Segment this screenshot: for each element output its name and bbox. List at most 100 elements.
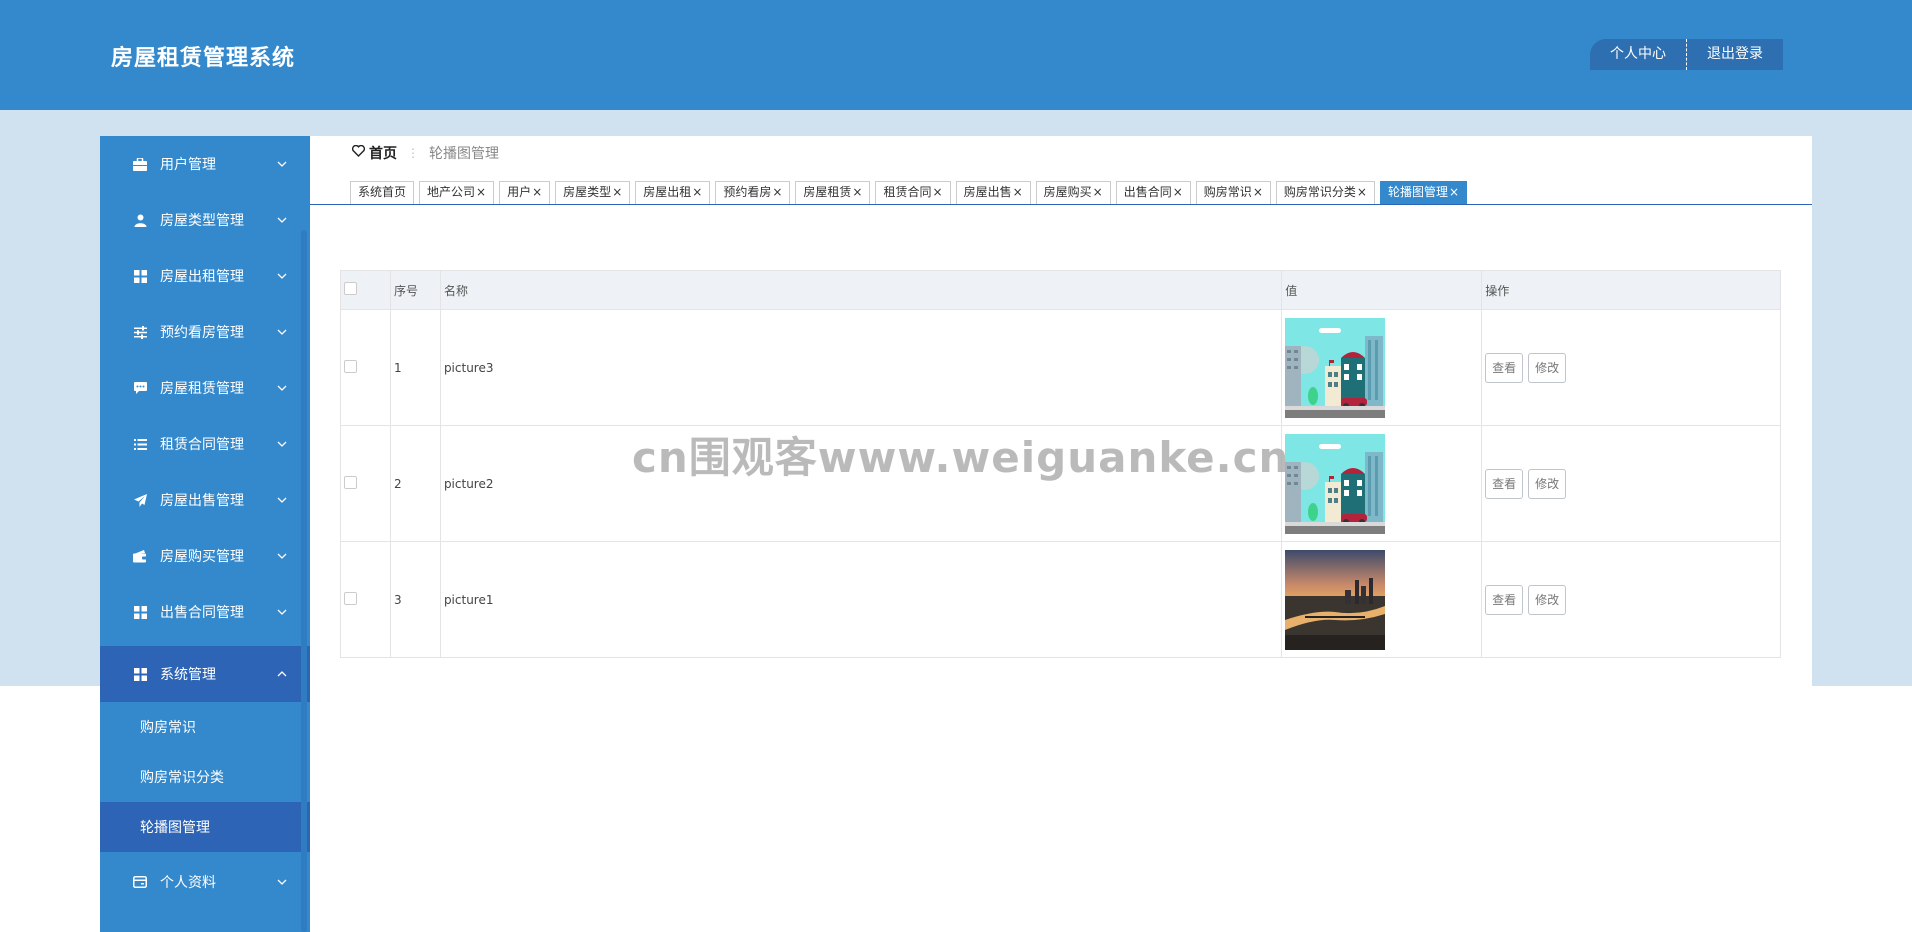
- tab-7[interactable]: 租赁合同×: [875, 181, 951, 204]
- close-icon[interactable]: ×: [1093, 185, 1103, 199]
- row-checkbox[interactable]: [344, 591, 357, 605]
- edit-button[interactable]: 修改: [1528, 584, 1567, 615]
- grid-icon: [132, 666, 148, 682]
- close-icon[interactable]: ×: [1013, 185, 1023, 199]
- sidebar-item-user-management[interactable]: 用户管理: [100, 136, 310, 192]
- city-illustration-thumbnail: [1285, 317, 1386, 418]
- view-button[interactable]: 查看: [1485, 584, 1524, 615]
- tab-9[interactable]: 房屋购买×: [1035, 181, 1111, 204]
- tab-4[interactable]: 房屋出租×: [635, 181, 711, 204]
- close-icon[interactable]: ×: [1173, 185, 1183, 199]
- sidebar-subitem-home-knowledge[interactable]: 购房常识: [100, 702, 310, 752]
- tab-8[interactable]: 房屋出售×: [955, 181, 1031, 204]
- view-button[interactable]: 查看: [1485, 468, 1524, 499]
- close-icon[interactable]: ×: [476, 185, 486, 199]
- sidebar-item-label: 房屋类型管理: [160, 213, 244, 229]
- sidebar-item-house-type[interactable]: 房屋类型管理: [100, 192, 310, 248]
- table-row: 1 picture3 查看 修改: [340, 309, 1781, 426]
- chevron-up-icon: [276, 668, 288, 680]
- column-header-name: 名称: [440, 270, 1283, 310]
- column-header-index: 序号: [390, 270, 441, 310]
- chevron-down-icon: [276, 438, 288, 450]
- tab-label: 轮播图管理: [1387, 185, 1448, 199]
- close-icon[interactable]: ×: [612, 185, 622, 199]
- tab-13[interactable]: 轮播图管理×: [1379, 181, 1468, 204]
- tab-11[interactable]: 购房常识×: [1195, 181, 1271, 204]
- tab-label: 购房常识: [1203, 185, 1252, 199]
- city-illustration-thumbnail: [1285, 433, 1386, 534]
- sidebar-item-house-purchase[interactable]: 房屋购买管理: [100, 528, 310, 584]
- sidebar-item-label: 个人资料: [160, 875, 216, 891]
- breadcrumb-current: 轮播图管理: [429, 146, 499, 162]
- row-checkbox[interactable]: [344, 475, 357, 489]
- close-icon[interactable]: ×: [692, 185, 702, 199]
- sidebar-item-house-sale[interactable]: 房屋出售管理: [100, 472, 310, 528]
- chevron-down-icon: [276, 494, 288, 506]
- edit-button[interactable]: 修改: [1528, 352, 1567, 383]
- edit-button[interactable]: 修改: [1528, 468, 1567, 499]
- tab-1[interactable]: 地产公司×: [419, 181, 495, 204]
- breadcrumb-home[interactable]: 首页: [369, 143, 397, 163]
- tab-12[interactable]: 购房常识分类×: [1275, 181, 1375, 204]
- tab-2[interactable]: 用户×: [499, 181, 551, 204]
- tab-label: 租赁合同: [883, 185, 932, 199]
- sidebar-item-label: 房屋租赁管理: [160, 381, 244, 397]
- close-icon[interactable]: ×: [852, 185, 862, 199]
- tab-0[interactable]: 系统首页: [350, 181, 415, 204]
- view-button[interactable]: 查看: [1485, 352, 1524, 383]
- sidebar-item-house-lease[interactable]: 房屋租赁管理: [100, 360, 310, 416]
- row-checkbox[interactable]: [344, 359, 357, 373]
- chevron-down-icon: [276, 158, 288, 170]
- close-icon[interactable]: ×: [532, 185, 542, 199]
- close-icon[interactable]: ×: [772, 185, 782, 199]
- sidebar-scrollbar[interactable]: [301, 230, 307, 932]
- tab-label: 房屋租赁: [803, 185, 852, 199]
- sidebar-item-profile[interactable]: 个人资料: [100, 854, 310, 910]
- card-icon: [132, 874, 148, 890]
- select-all-checkbox[interactable]: [344, 282, 357, 295]
- sidebar-item-label: 租赁合同管理: [160, 437, 244, 453]
- row-index: 3: [390, 541, 441, 658]
- tab-3[interactable]: 房屋类型×: [555, 181, 631, 204]
- tab-10[interactable]: 出售合同×: [1115, 181, 1191, 204]
- sidebar-item-viewing-appointment[interactable]: 预约看房管理: [100, 304, 310, 360]
- send-icon: [132, 492, 148, 508]
- sidebar-item-label: 预约看房管理: [160, 325, 244, 341]
- heart-icon: [351, 144, 366, 161]
- row-name: picture1: [440, 541, 1283, 658]
- column-header-actions: 操作: [1481, 270, 1781, 310]
- wallet-icon: [132, 548, 148, 564]
- logout-button[interactable]: 退出登录: [1686, 39, 1783, 70]
- sidebar-item-lease-contract[interactable]: 租赁合同管理: [100, 416, 310, 472]
- close-icon[interactable]: ×: [1253, 185, 1263, 199]
- list-icon: [132, 436, 148, 452]
- briefcase-icon: [132, 156, 148, 172]
- tab-label: 预约看房: [723, 185, 772, 199]
- sidebar-item-house-rent-out[interactable]: 房屋出租管理: [100, 248, 310, 304]
- chevron-down-icon: [276, 382, 288, 394]
- tab-label: 用户: [507, 185, 532, 199]
- tab-label: 购房常识分类: [1283, 185, 1356, 199]
- tab-label: 地产公司: [427, 185, 476, 199]
- column-header-value: 值: [1281, 270, 1483, 310]
- close-icon[interactable]: ×: [1449, 185, 1459, 199]
- row-index: 2: [390, 425, 441, 542]
- sidebar-item-label: 出售合同管理: [160, 605, 244, 621]
- close-icon[interactable]: ×: [933, 185, 943, 199]
- table-row: 3 picture1 查看 修改: [340, 541, 1781, 658]
- profile-center-button[interactable]: 个人中心: [1590, 39, 1686, 70]
- sidebar-subitem-home-knowledge-category[interactable]: 购房常识分类: [100, 752, 310, 802]
- sidebar-subitem-carousel-management[interactable]: 轮播图管理: [100, 802, 310, 852]
- sidebar-item-sale-contract[interactable]: 出售合同管理: [100, 584, 310, 640]
- close-icon[interactable]: ×: [1357, 185, 1367, 199]
- sidebar-item-system-management[interactable]: 系统管理: [100, 646, 310, 702]
- header-actions: 个人中心 退出登录: [1590, 39, 1783, 70]
- tab-5[interactable]: 预约看房×: [715, 181, 791, 204]
- breadcrumb-separator: ⋮: [407, 146, 419, 160]
- tab-6[interactable]: 房屋租赁×: [795, 181, 871, 204]
- sidebar: 用户管理 房屋类型管理 房屋出租管理 预约看房管理 房屋租赁管理 租赁合同管理: [100, 136, 310, 932]
- tab-label: 系统首页: [358, 185, 407, 199]
- chevron-down-icon: [276, 606, 288, 618]
- tab-bar: 系统首页 地产公司× 用户× 房屋类型× 房屋出租× 预约看房× 房屋租赁× 租赁合同× 房屋出…: [350, 181, 1472, 204]
- tab-label: 房屋出租: [643, 185, 692, 199]
